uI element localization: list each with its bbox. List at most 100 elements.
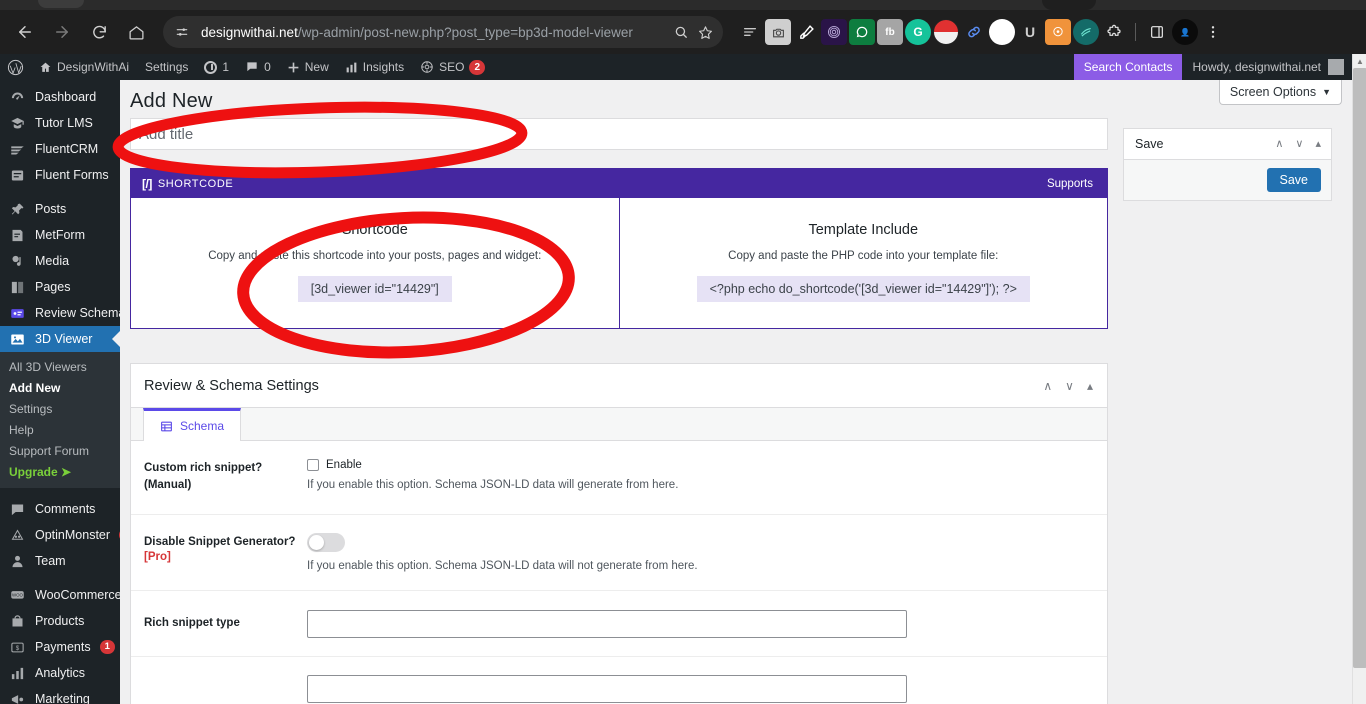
sidebar-separator — [0, 574, 120, 582]
sidebar-item-optinmonster[interactable]: OptinMonster 1 — [0, 522, 120, 548]
reload-icon[interactable] — [84, 17, 114, 47]
grammarly-icon[interactable]: G — [905, 19, 931, 45]
sidebar-label: Analytics — [35, 666, 86, 680]
search-contacts-button[interactable]: Search Contacts — [1073, 54, 1183, 80]
ublock-icon[interactable]: U — [1017, 19, 1043, 45]
submenu-item-add-new[interactable]: Add New — [0, 377, 120, 398]
crm-icon — [9, 141, 26, 158]
field-custom-rich-snippet: Custom rich snippet? (Manual) Enable If … — [131, 441, 1107, 515]
sidebar-item-fluentcrm[interactable]: FluentCRM — [0, 136, 120, 162]
admin-bar-updates[interactable]: 1 — [196, 54, 237, 80]
sidebar-item-tutor-lms[interactable]: Tutor LMS — [0, 110, 120, 136]
wordpress-logo-icon[interactable] — [0, 54, 31, 80]
back-arrow-icon[interactable] — [10, 17, 40, 47]
bookmark-star-icon[interactable] — [693, 20, 717, 44]
page-title: Add New — [130, 90, 213, 112]
sidebar-label: Pages — [35, 280, 71, 294]
chrome-menu-icon[interactable] — [1200, 19, 1226, 45]
save-button[interactable]: Save — [1266, 168, 1321, 192]
sidebar-item-team[interactable]: Team — [0, 548, 120, 574]
sidebar-item-pages[interactable]: Pages — [0, 274, 120, 300]
puzzle-extensions-icon[interactable] — [1101, 19, 1127, 45]
payments-badge: 1 — [99, 639, 115, 655]
sidebar-item-marketing[interactable]: Marketing — [0, 686, 120, 704]
sidebar-item-comments[interactable]: Comments — [0, 496, 120, 522]
collapse-toggle-icon[interactable]: ▴ — [1315, 138, 1321, 150]
sidebar-item-3d-viewer[interactable]: 3D Viewer — [0, 326, 120, 352]
home-icon[interactable] — [121, 17, 151, 47]
sidebar-item-metform[interactable]: MetForm — [0, 222, 120, 248]
camera-icon[interactable] — [765, 19, 791, 45]
template-include-value[interactable]: <?php echo do_shortcode('[3d_viewer id="… — [696, 276, 1030, 302]
teal-swirl-icon[interactable] — [1073, 19, 1099, 45]
zoom-search-icon[interactable] — [669, 20, 693, 44]
field-label — [144, 675, 307, 676]
admin-bar-insights[interactable]: Insights — [337, 54, 412, 80]
admin-bar-new[interactable]: New — [279, 54, 337, 80]
eyedropper-icon[interactable] — [793, 19, 819, 45]
svg-text:$: $ — [16, 645, 20, 652]
seo-label: SEO — [439, 60, 465, 74]
sidebar-item-products[interactable]: Products — [0, 608, 120, 634]
orange-a-icon[interactable]: ☉ — [1045, 19, 1071, 45]
settings-label: Settings — [145, 60, 189, 74]
pokeball-icon[interactable] — [933, 19, 959, 45]
whatsapp-icon[interactable] — [849, 19, 875, 45]
person-icon — [9, 553, 26, 570]
updates-count: 1 — [222, 60, 230, 74]
sidebar-item-fluent-forms[interactable]: Fluent Forms — [0, 162, 120, 188]
move-up-icon[interactable]: ∧ — [1043, 380, 1052, 392]
submenu-item-upgrade[interactable]: Upgrade ➤ — [0, 461, 120, 482]
next-text-input[interactable] — [307, 675, 907, 703]
sidebar-item-posts[interactable]: Posts — [0, 196, 120, 222]
admin-bar-comments[interactable]: 0 — [237, 54, 279, 80]
move-up-icon[interactable]: ∧ — [1275, 138, 1283, 150]
submenu-item-support-forum[interactable]: Support Forum — [0, 440, 120, 461]
page-scrollbar[interactable]: ▲ — [1352, 54, 1366, 704]
scrollbar-thumb[interactable] — [1353, 68, 1366, 668]
fb-icon[interactable]: fb — [877, 19, 903, 45]
post-title-input[interactable] — [130, 118, 1108, 150]
chevron-down-icon: ▼ — [1322, 87, 1331, 97]
profile-avatar-icon[interactable]: 👤 — [1172, 19, 1198, 45]
white-circle-icon[interactable] — [989, 19, 1015, 45]
sidebar-item-woocommerce[interactable]: WOO WooCommerce — [0, 582, 120, 608]
browser-tab[interactable] — [38, 0, 84, 8]
screen-options-toggle[interactable]: Screen Options ▼ — [1218, 80, 1342, 105]
sidebar-item-payments[interactable]: $ Payments 1 — [0, 634, 120, 660]
fingerprint-icon[interactable] — [821, 19, 847, 45]
sidebar-item-analytics[interactable]: Analytics — [0, 660, 120, 686]
review-schema-title: Review & Schema Settings — [144, 377, 319, 394]
reading-list-icon[interactable] — [737, 19, 763, 45]
sidebar-label: FluentCRM — [35, 142, 99, 156]
address-bar[interactable]: designwithai.net/wp-admin/post-new.php?p… — [163, 16, 723, 48]
forward-arrow-icon[interactable] — [47, 17, 77, 47]
side-panel-icon[interactable] — [1144, 19, 1170, 45]
submenu-item-all-3d-viewers[interactable]: All 3D Viewers — [0, 356, 120, 377]
submenu-item-settings[interactable]: Settings — [0, 398, 120, 419]
field-label-text: Rich snippet type — [144, 617, 240, 630]
sidebar-item-review-schema[interactable]: Review Schema — [0, 300, 120, 326]
sidebar-item-dashboard[interactable]: Dashboard — [0, 84, 120, 110]
tab-schema[interactable]: Schema — [143, 408, 242, 441]
rich-snippet-type-input[interactable] — [307, 609, 907, 638]
admin-bar-settings[interactable]: Settings — [137, 54, 196, 80]
howdy-menu[interactable]: Howdy, designwithai.net — [1182, 59, 1352, 75]
collapse-toggle-icon[interactable]: ▴ — [1087, 380, 1093, 392]
supports-link[interactable]: Supports — [1047, 178, 1093, 190]
admin-bar-seo[interactable]: SEO 2 — [412, 54, 493, 80]
sidebar-item-media[interactable]: Media — [0, 248, 120, 274]
shortcode-value[interactable]: [3d_viewer id="14429"] — [297, 276, 452, 302]
move-down-icon[interactable]: ∨ — [1065, 380, 1074, 392]
enable-checkbox[interactable] — [307, 459, 319, 471]
site-settings-tune-icon[interactable] — [171, 21, 193, 43]
scroll-up-arrow-icon[interactable]: ▲ — [1353, 54, 1366, 68]
browser-tab-secondary[interactable] — [1042, 0, 1096, 10]
disable-snippet-toggle[interactable] — [307, 533, 345, 552]
table-icon — [161, 421, 172, 431]
link-icon[interactable] — [961, 19, 987, 45]
submenu-item-help[interactable]: Help — [0, 419, 120, 440]
admin-bar-site-name[interactable]: DesignWithAi — [31, 54, 137, 80]
move-down-icon[interactable]: ∨ — [1295, 138, 1303, 150]
enable-checkbox-row[interactable]: Enable — [307, 459, 1093, 471]
